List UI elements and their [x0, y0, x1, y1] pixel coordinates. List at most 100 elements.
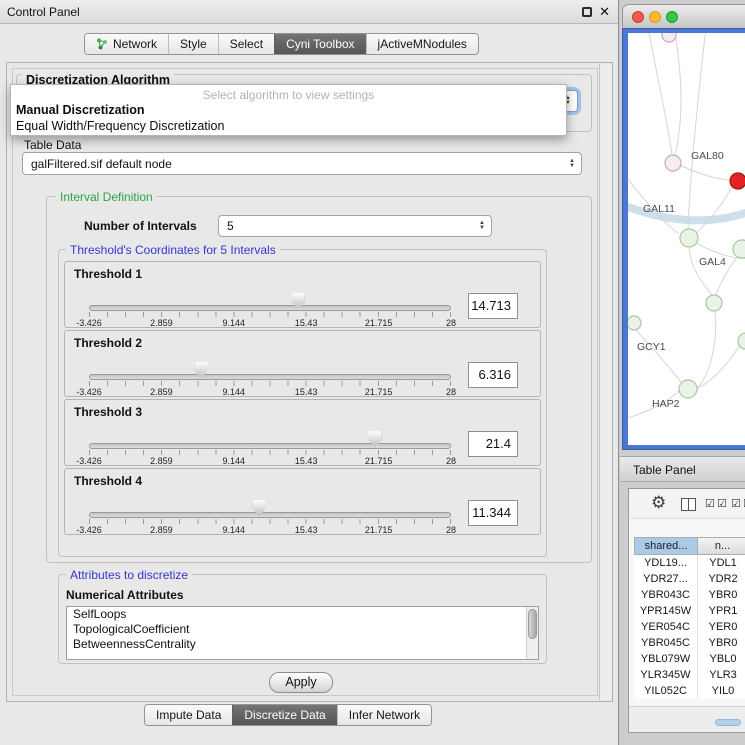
zoom-traffic-light-icon[interactable]: [666, 11, 678, 23]
table-row[interactable]: YLR345WYLR3: [634, 667, 745, 683]
network-window-frame: GAL80GAL11GAL4GCY1HAP2: [622, 28, 745, 450]
table-cell-name: YDR2: [698, 571, 745, 587]
table-row[interactable]: YBR045CYBR0: [634, 635, 745, 651]
dropdown-option-manual-discretization[interactable]: Manual Discretization: [16, 103, 145, 117]
column-header-name[interactable]: n...: [698, 537, 745, 555]
threshold-label: Threshold 2: [74, 336, 142, 350]
columns-icon[interactable]: [681, 498, 696, 511]
network-node[interactable]: [706, 295, 722, 311]
table-row[interactable]: YPR145WYPR1: [634, 603, 745, 619]
select-all-checkbox-icon[interactable]: ☑: [717, 497, 727, 510]
tab-discretize-data[interactable]: Discretize Data: [232, 705, 336, 725]
deselect-checkbox-icon[interactable]: ☑: [731, 497, 741, 510]
vertical-scrollbar[interactable]: [599, 64, 611, 700]
control-panel-window: Control Panel ✕ NetworkStyleSelectCyni T…: [0, 0, 619, 745]
table-rows: YDL19...YDL1YDR27...YDR2YBR043CYBR0YPR14…: [634, 555, 745, 699]
scale-label: 28: [446, 525, 456, 535]
table-row[interactable]: YDR27...YDR2: [634, 571, 745, 587]
tab-style[interactable]: Style: [168, 34, 218, 54]
attribute-list-item[interactable]: BetweennessCentrality: [67, 637, 538, 652]
table-cell-shared-name: YDL19...: [634, 555, 698, 571]
scale-label: 28: [446, 387, 456, 397]
network-node[interactable]: [680, 229, 698, 247]
minimize-traffic-light-icon[interactable]: [649, 11, 661, 23]
horizontal-scrollbar-thumb[interactable]: [715, 719, 741, 726]
network-node[interactable]: [733, 240, 745, 258]
table-panel-header[interactable]: Table Panel: [620, 456, 745, 482]
threshold-slider[interactable]: -3.4262.8599.14415.4321.71528: [89, 288, 451, 328]
threshold-slider[interactable]: -3.4262.8599.14415.4321.71528: [89, 426, 451, 466]
tab-label: Discretize Data: [244, 708, 325, 722]
table-cell-name: YLR3: [698, 667, 745, 683]
apply-button[interactable]: Apply: [269, 672, 333, 693]
network-node-label: HAP2: [652, 398, 680, 410]
attribute-list-item[interactable]: TopologicalCoefficient: [67, 622, 538, 637]
scale-label: 9.144: [223, 318, 246, 328]
table-row[interactable]: YDL19...YDL1: [634, 555, 745, 571]
column-header-shared-name[interactable]: shared...: [634, 537, 698, 555]
slider-ticks: [89, 450, 451, 455]
network-node-highlighted[interactable]: [730, 173, 745, 189]
attributes-group-title: Attributes to discretize: [66, 568, 192, 582]
slider-track[interactable]: [89, 305, 451, 311]
dropdown-placeholder: Select algorithm to view settings: [11, 88, 566, 102]
slider-track[interactable]: [89, 443, 451, 449]
network-node[interactable]: [628, 316, 641, 330]
threshold-value-field[interactable]: 11.344: [468, 500, 518, 526]
close-traffic-light-icon[interactable]: [632, 11, 644, 23]
threshold-value-field[interactable]: 6.316: [468, 362, 518, 388]
network-node[interactable]: [662, 33, 676, 42]
network-edge: [694, 312, 716, 391]
dropdown-option-equal-width-frequency[interactable]: Equal Width/Frequency Discretization: [16, 119, 224, 133]
threshold-panel: Threshold 1 -3.4262.8599.14415.4321.7152…: [64, 261, 541, 328]
tab-impute-data[interactable]: Impute Data: [145, 705, 232, 725]
threshold-panel: Threshold 2 -3.4262.8599.14415.4321.7152…: [64, 330, 541, 397]
slider-scale: -3.4262.8599.14415.4321.71528: [89, 318, 451, 329]
screen: Control Panel ✕ NetworkStyleSelectCyni T…: [0, 0, 745, 745]
threshold-slider[interactable]: -3.4262.8599.14415.4321.71528: [89, 357, 451, 397]
threshold-label: Threshold 4: [74, 474, 142, 488]
close-icon[interactable]: ✕: [599, 4, 610, 20]
float-window-icon[interactable]: [582, 7, 592, 17]
tab-infer-network[interactable]: Infer Network: [337, 705, 431, 725]
scale-label: 28: [446, 318, 456, 328]
slider-ticks: [89, 519, 451, 524]
threshold-value-field[interactable]: 14.713: [468, 293, 518, 319]
table-footer: [629, 706, 745, 732]
threshold-slider[interactable]: -3.4262.8599.14415.4321.71528: [89, 495, 451, 535]
tab-network[interactable]: Network: [85, 34, 168, 54]
slider-track[interactable]: [89, 512, 451, 518]
control-panel-titlebar[interactable]: Control Panel ✕: [0, 0, 618, 24]
threshold-panel: Threshold 3 -3.4262.8599.14415.4321.7152…: [64, 399, 541, 466]
table-row[interactable]: YER054CYER0: [634, 619, 745, 635]
slider-ticks: [89, 381, 451, 386]
tab-cyni-toolbox[interactable]: Cyni Toolbox: [274, 34, 365, 54]
network-node[interactable]: [665, 155, 681, 171]
table-cell-shared-name: YER054C: [634, 619, 698, 635]
table-panel-window: ⚙ ☑ ☑ ☑ ☑ shared... n... YDL19...YDL1YDR…: [628, 488, 745, 733]
interval-definition-title: Interval Definition: [56, 190, 157, 204]
network-canvas[interactable]: GAL80GAL11GAL4GCY1HAP2: [628, 33, 745, 445]
slider-scale: -3.4262.8599.14415.4321.71528: [89, 525, 451, 536]
table-data-combobox[interactable]: galFiltered.sif default node ▲▼: [22, 152, 582, 175]
scale-label: 2.859: [150, 456, 173, 466]
network-node[interactable]: [679, 380, 697, 398]
scale-label: 21.715: [365, 387, 393, 397]
list-scrollbar-thumb[interactable]: [528, 609, 537, 639]
tab-jactivemnodules[interactable]: jActiveMNodules: [366, 34, 478, 54]
network-window-titlebar[interactable]: [622, 4, 745, 28]
list-scrollbar[interactable]: [526, 607, 538, 659]
slider-track[interactable]: [89, 374, 451, 380]
numerical-attributes-list[interactable]: SelfLoopsTopologicalCoefficientBetweenne…: [66, 606, 539, 660]
threshold-value-field[interactable]: 21.4: [468, 431, 518, 457]
number-of-intervals-combobox[interactable]: 5 ▲▼: [218, 215, 492, 237]
select-all-checkbox-icon[interactable]: ☑: [705, 497, 715, 510]
tab-select[interactable]: Select: [218, 34, 274, 54]
numerical-attributes-label: Numerical Attributes: [66, 588, 184, 602]
slider-scale: -3.4262.8599.14415.4321.71528: [89, 387, 451, 398]
table-row[interactable]: YBR043CYBR0: [634, 587, 745, 603]
gear-icon[interactable]: ⚙: [651, 493, 666, 513]
table-row[interactable]: YIL052CYIL0: [634, 683, 745, 699]
table-row[interactable]: YBL079WYBL0: [634, 651, 745, 667]
attribute-list-item[interactable]: SelfLoops: [67, 607, 538, 622]
